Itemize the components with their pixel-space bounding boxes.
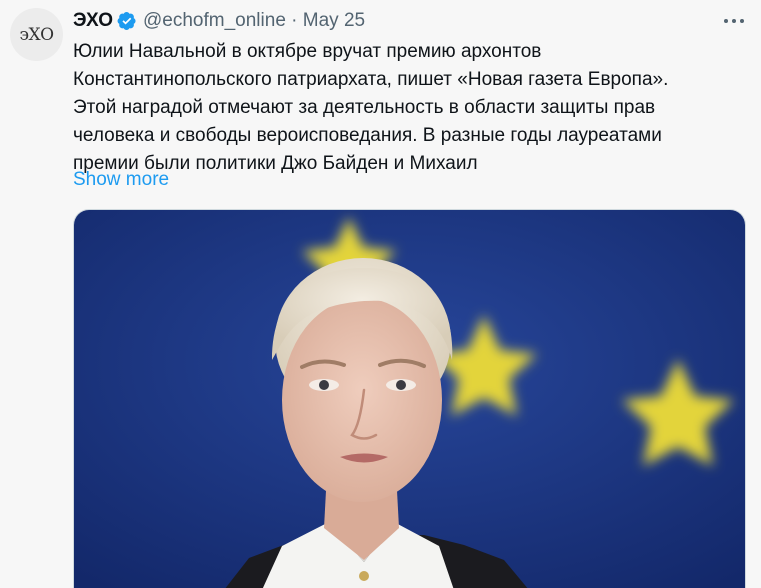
avatar[interactable]: эХО [10,8,63,61]
author-handle[interactable]: @echofm_online [143,10,286,32]
tweet-text-line: Константинопольского патриархата, пишет … [73,69,669,90]
tweet-text-line: Юлии Навальной в октябре вручат премию а… [73,41,542,62]
show-more-link[interactable]: Show more [73,166,169,194]
tweet-date[interactable]: May 25 [303,10,365,32]
tweet-photo[interactable] [73,209,746,588]
tweet-header: ЭХО @echofm_online · May 25 [73,9,365,33]
tweet-text-line: премии были политики Джо Байден и Михаил [73,153,478,174]
verified-badge-icon [117,11,137,31]
tweet: эХО ЭХО @echofm_online · May 25 Юлии Нав… [0,0,761,588]
tweet-text: Юлии Навальной в октябре вручат премию а… [73,38,743,178]
tweet-text-line: Этой наградой отмечают за деятельность в… [73,97,656,118]
avatar-logo-text: эХО [19,24,54,45]
author-name[interactable]: ЭХО [73,10,113,32]
photo-illustration [74,210,745,588]
tweet-text-line: человека и свободы вероисповедания. В ра… [73,125,662,146]
more-options-icon[interactable] [721,10,747,32]
